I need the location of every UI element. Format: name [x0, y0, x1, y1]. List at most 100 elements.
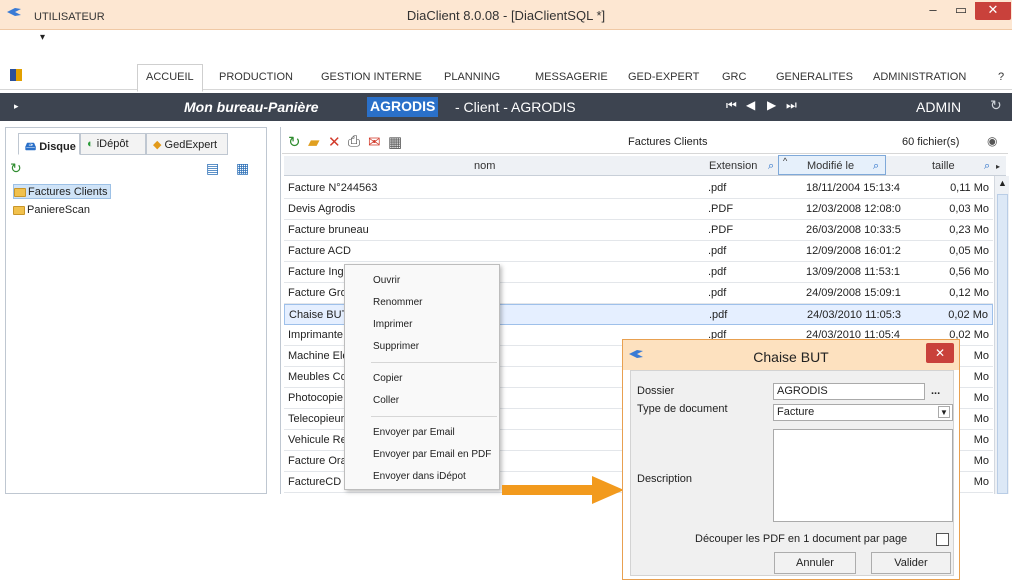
- tab-idepot[interactable]: ◐ iDépôt: [80, 133, 146, 155]
- quick-access-toolbar: [0, 30, 1012, 60]
- browse-button[interactable]: ...: [931, 385, 940, 397]
- document-dialog: Chaise BUT ✕ Dossier AGRODIS ... Type de…: [622, 339, 960, 580]
- menu-planning[interactable]: PLANNING: [444, 71, 500, 83]
- menu-utilisateur[interactable]: UTILISATEUR: [34, 11, 105, 23]
- navigation-bar: ▸ Mon bureau-Panière AGRODIS - Client - …: [0, 93, 1012, 121]
- file-name-cell: Facture ACD: [288, 245, 351, 257]
- next-record-icon[interactable]: ▶: [767, 98, 776, 112]
- folder-icon: [13, 206, 25, 215]
- column-modifie-le-label: Modifié le: [807, 160, 855, 172]
- folder-panierescan[interactable]: PaniereScan: [13, 203, 90, 218]
- refresh-folders-icon[interactable]: ↻: [10, 160, 22, 177]
- quick-access-dropdown[interactable]: ▾: [40, 32, 45, 43]
- menu-ouvrir[interactable]: Ouvrir: [373, 275, 400, 286]
- tree-collapse-icon[interactable]: ▤: [206, 160, 219, 177]
- column-nom[interactable]: nom: [474, 160, 495, 172]
- close-icon[interactable]: ✕: [926, 343, 954, 363]
- document-type-select[interactable]: Facture ▼: [773, 404, 953, 421]
- menu-renommer[interactable]: Renommer: [373, 297, 422, 308]
- menu-production[interactable]: PRODUCTION: [219, 71, 293, 83]
- column-extension[interactable]: Extension: [709, 160, 757, 172]
- menu-ged-expert[interactable]: GED-EXPERT: [628, 71, 699, 83]
- menu-copier[interactable]: Copier: [373, 373, 402, 384]
- split-pdf-checkbox[interactable]: [936, 533, 949, 546]
- file-extension-cell: .pdf: [708, 245, 727, 257]
- menu-messagerie[interactable]: MESSAGERIE: [535, 71, 608, 83]
- tab-disque[interactable]: 🖴 Disque: [18, 133, 80, 155]
- file-size-cell: Mo: [973, 371, 989, 383]
- column-modifie-le[interactable]: ^ Modifié le ⌕: [778, 155, 886, 175]
- scan-icon[interactable]: ▦: [388, 133, 402, 151]
- app-menu-icon[interactable]: [10, 69, 22, 81]
- table-row[interactable]: Facture ACD .pdf 12/09/2008 16:01:2 0,05 Mo: [284, 241, 993, 262]
- file-modified-cell: 12/03/2008 12:08:0: [806, 203, 901, 215]
- file-size-cell: Mo: [973, 392, 989, 404]
- scroll-thumb[interactable]: [997, 194, 1008, 494]
- dialog-body: Dossier AGRODIS ... Type de document Fac…: [630, 370, 954, 576]
- description-label: Description: [637, 473, 693, 485]
- chevron-down-icon[interactable]: ▼: [938, 406, 950, 418]
- file-size-cell: 0,56 Mo: [949, 266, 989, 278]
- menu-imprimer[interactable]: Imprimer: [373, 319, 412, 330]
- menu-gestion-interne[interactable]: GESTION INTERNE: [321, 71, 422, 83]
- folder-factures-clients[interactable]: Factures Clients: [13, 184, 112, 199]
- refresh-files-icon[interactable]: ↻: [288, 133, 301, 151]
- table-row[interactable]: Facture bruneau .PDF 26/03/2008 10:33:5 0,2…: [284, 220, 993, 241]
- tab-idepot-label: iDépôt: [96, 138, 129, 150]
- validate-button[interactable]: Valider: [871, 552, 951, 574]
- refresh-icon[interactable]: ↻: [990, 97, 1002, 114]
- cancel-button[interactable]: Annuler: [774, 552, 856, 574]
- nav-expand-icon[interactable]: ▸: [14, 101, 19, 112]
- file-extension-cell: .PDF: [708, 224, 734, 236]
- scroll-up-icon[interactable]: ▲: [998, 178, 1007, 188]
- minimize-icon[interactable]: –: [920, 2, 946, 20]
- file-name-cell: Imprimante: [288, 329, 344, 341]
- document-type-label: Type de document: [637, 403, 728, 415]
- delete-icon[interactable]: ✕: [328, 133, 341, 151]
- column-filter-icon[interactable]: ⌕: [768, 160, 774, 173]
- menu-envoyer-idepot[interactable]: Envoyer dans iDépot: [373, 471, 466, 482]
- close-icon[interactable]: ✕: [975, 2, 1011, 20]
- file-modified-cell: 13/09/2008 11:53:1: [806, 266, 900, 278]
- file-size-cell: 0,03 Mo: [949, 203, 989, 215]
- file-extension-cell: .pdf: [708, 266, 727, 278]
- menu-grc[interactable]: GRC: [722, 71, 746, 83]
- menu-supprimer[interactable]: Supprimer: [373, 341, 419, 352]
- file-size-cell: 0,12 Mo: [949, 287, 989, 299]
- maximize-icon[interactable]: ▭: [948, 2, 974, 20]
- column-scroll-right-icon[interactable]: ▸: [996, 162, 1000, 171]
- menu-generalites[interactable]: GENERALITES: [776, 71, 853, 83]
- first-record-icon[interactable]: ⏮: [726, 98, 737, 113]
- menu-accueil[interactable]: ACCUEIL: [137, 64, 203, 92]
- tab-disque-label: Disque: [39, 141, 76, 153]
- column-taille[interactable]: taille: [932, 160, 955, 172]
- vertical-scrollbar[interactable]: ▲: [994, 176, 1009, 494]
- column-filter-icon[interactable]: ⌕: [984, 160, 990, 173]
- file-toolbar: ↻ ▰ ✕ ⎙ ✉ ▦ Factures Clients 60 fichier(…: [282, 130, 1008, 154]
- menu-separator: [371, 416, 497, 417]
- menu-administration[interactable]: ADMINISTRATION: [873, 71, 966, 83]
- print-icon[interactable]: ⎙: [348, 133, 360, 150]
- menu-help[interactable]: ?: [998, 71, 1004, 83]
- file-name-cell: Devis Agrodis: [288, 203, 356, 215]
- menu-envoyer-email-pdf[interactable]: Envoyer par Email en PDF: [373, 449, 491, 460]
- file-name-cell: Facture Ing: [288, 266, 344, 278]
- menu-envoyer-email[interactable]: Envoyer par Email: [373, 427, 455, 438]
- table-row[interactable]: Devis Agrodis .PDF 12/03/2008 12:08:0 0,03 …: [284, 199, 993, 220]
- tab-gedexpert[interactable]: ◆ GedExpert: [146, 133, 228, 155]
- previous-record-icon[interactable]: ◀: [746, 98, 755, 112]
- file-size-cell: 0,11 Mo: [950, 182, 989, 194]
- client-code-badge[interactable]: AGRODIS: [367, 97, 439, 117]
- folder-label: PaniereScan: [27, 204, 90, 216]
- table-row[interactable]: Facture N°244563 .pdf 18/11/2004 15:13:4 0,…: [284, 178, 993, 199]
- open-folder-icon[interactable]: ▰: [308, 133, 320, 151]
- email-icon[interactable]: ✉: [368, 133, 381, 151]
- preview-eye-icon[interactable]: ◉: [987, 134, 997, 148]
- menu-coller[interactable]: Coller: [373, 395, 399, 406]
- folder-field[interactable]: AGRODIS: [773, 383, 925, 400]
- last-record-icon[interactable]: ⏭: [786, 98, 797, 113]
- file-size-cell: Mo: [973, 476, 989, 488]
- tab-gedexpert-label: GedExpert: [164, 139, 218, 151]
- description-textarea[interactable]: [773, 429, 953, 522]
- tree-expand-icon[interactable]: ▦: [236, 160, 249, 177]
